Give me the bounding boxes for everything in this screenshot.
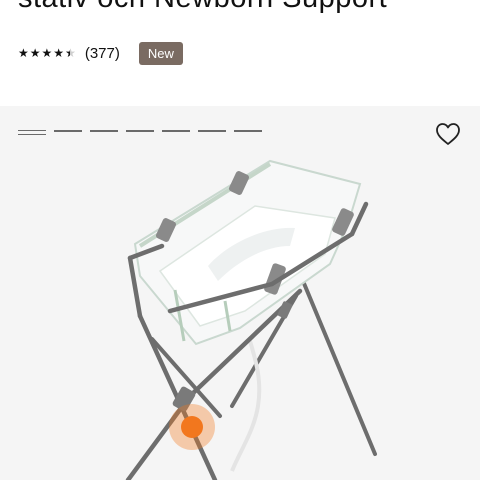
product-image-gallery[interactable] xyxy=(0,106,480,480)
product-title: stativ och Newborn Support xyxy=(18,0,387,15)
star-icon: ★ xyxy=(18,46,29,60)
review-count[interactable]: (377) xyxy=(85,45,120,62)
star-icon: ★ xyxy=(29,46,41,60)
product-image xyxy=(125,159,377,480)
hotspot-dot xyxy=(181,416,203,438)
product-hotspot[interactable] xyxy=(169,404,215,450)
star-icon: ★ xyxy=(41,46,53,60)
star-icon: ★ xyxy=(53,46,65,60)
rating-row: ★ ★ ★ ★ ★ (377) New xyxy=(18,40,183,66)
star-half-icon: ★ xyxy=(65,47,76,59)
new-badge: New xyxy=(138,41,183,65)
star-rating[interactable]: ★ ★ ★ ★ ★ xyxy=(18,47,76,59)
